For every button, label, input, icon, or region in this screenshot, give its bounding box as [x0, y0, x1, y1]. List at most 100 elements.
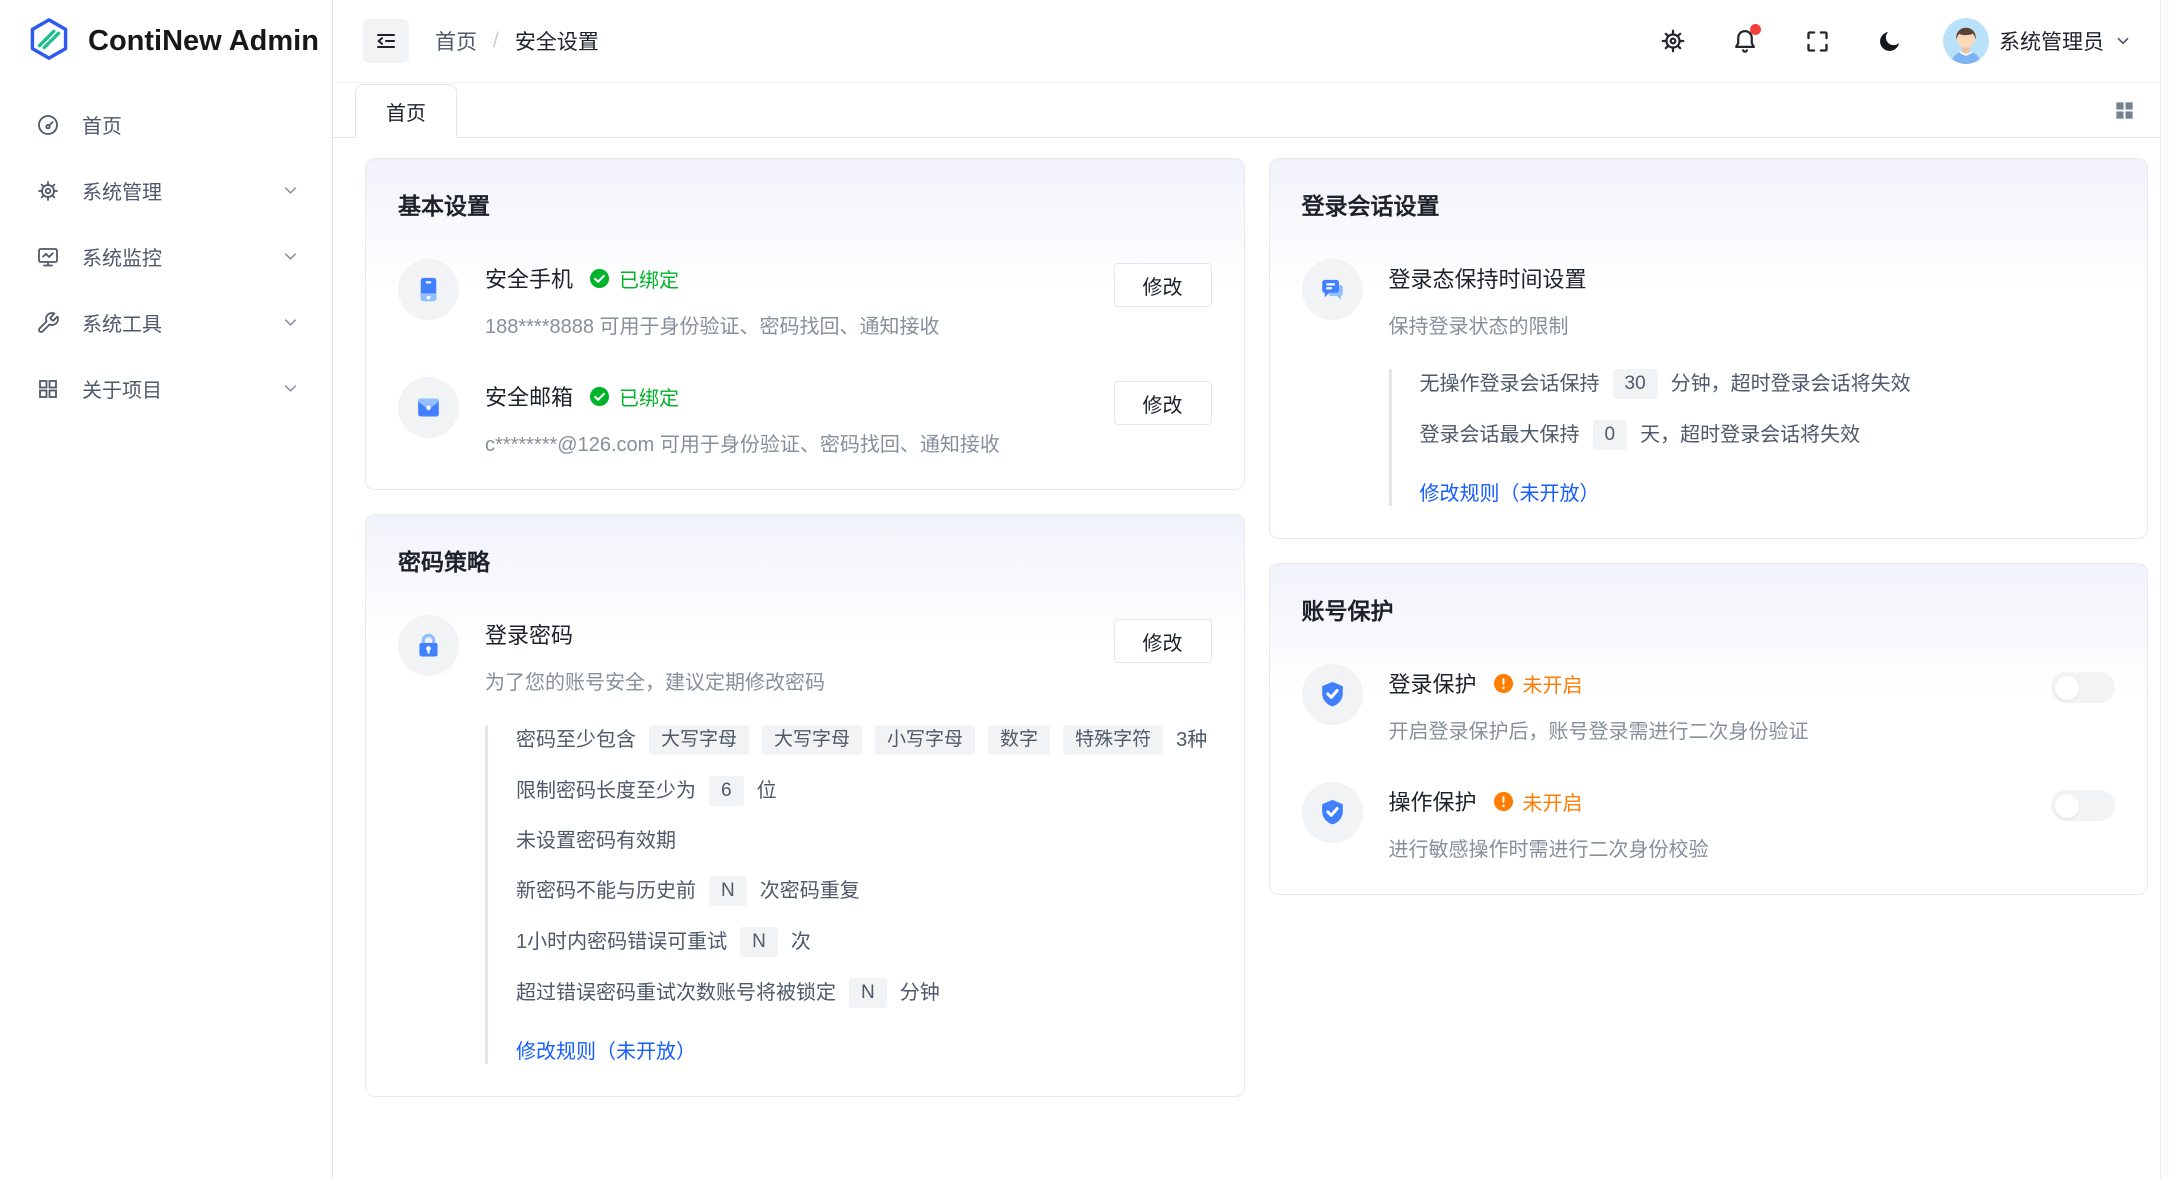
mail-icon: [398, 377, 459, 438]
tab-home[interactable]: 首页: [355, 84, 457, 138]
sidebar-item-label: 系统监控: [82, 242, 259, 271]
menu-fold-icon: [374, 29, 398, 53]
menu-fold-button[interactable]: [363, 19, 409, 63]
setting-title: 安全邮箱: [485, 380, 573, 412]
moon-icon: [1876, 28, 1903, 55]
password-rules: 密码至少包含 大写字母 大写字母 小写字母 数字 特殊字符 3种 限制密码长度至…: [485, 725, 1212, 1064]
session-rules: 无操作登录会话保持 30 分钟，超时登录会话将失效 登录会话最大保持 0 天，超…: [1389, 369, 2116, 506]
setting-row-secure-phone: 安全手机 已绑定 188****8888 可用于身份验证、密码找回、通知接收 修…: [398, 259, 1212, 339]
card-basic-settings: 基本设置 安全手机: [365, 158, 1245, 490]
wrench-icon: [36, 311, 60, 335]
rule-text: 限制密码长度至少为: [516, 777, 696, 805]
toggle-knob: [2055, 676, 2079, 700]
operation-protection-toggle[interactable]: [2051, 790, 2115, 821]
edit-phone-button[interactable]: 修改: [1114, 263, 1212, 307]
chevron-down-icon: [281, 247, 300, 266]
left-column: 基本设置 安全手机: [365, 158, 1245, 1155]
dark-mode-button[interactable]: [1871, 23, 1907, 59]
app-logo[interactable]: ContiNew Admin: [0, 0, 332, 83]
setting-title: 登录态保持时间设置: [1389, 262, 1587, 294]
rule-row: 超过错误密码重试次数账号将被锁定 N 分钟: [516, 978, 1212, 1008]
rule-value-chip: 6: [709, 776, 744, 806]
chat-icon: [1302, 259, 1363, 320]
rule-tag: 数字: [988, 725, 1050, 755]
setting-body: 安全手机 已绑定 188****8888 可用于身份验证、密码找回、通知接收: [485, 259, 1114, 339]
sidebar-item-about-project[interactable]: 关于项目: [14, 361, 318, 416]
rule-value-chip: 30: [1613, 369, 1658, 399]
tab-label: 首页: [386, 97, 426, 126]
user-name: 系统管理员: [1999, 26, 2104, 56]
main-area: 首页 / 安全设置: [333, 0, 2160, 1179]
rule-tag: 大写字母: [762, 725, 862, 755]
status-badge: 未开启: [1493, 787, 1583, 816]
setting-title: 登录保护: [1389, 667, 1477, 699]
monitor-icon: [36, 245, 60, 269]
breadcrumb-home[interactable]: 首页: [435, 26, 477, 56]
right-column: 登录会话设置 登录态保持时间设置: [1269, 158, 2149, 1155]
gear-icon: [36, 179, 60, 203]
card-title: 账号保护: [1302, 592, 2116, 626]
user-menu[interactable]: 系统管理员: [1943, 18, 2132, 64]
sidebar-item-label: 系统管理: [82, 176, 259, 205]
tab-actions-button[interactable]: [2113, 99, 2160, 122]
sidebar-item-label: 关于项目: [82, 374, 259, 403]
login-protection-toggle[interactable]: [2051, 672, 2115, 703]
setting-body: 操作保护 未开启 进行敏感操作时需进行二次身份校验: [1389, 782, 2052, 862]
rule-text: 新密码不能与历史前: [516, 877, 696, 905]
notifications-button[interactable]: [1727, 23, 1763, 59]
rule-text: 超过错误密码重试次数账号将被锁定: [516, 979, 836, 1007]
dashboard-icon: [36, 113, 60, 137]
sidebar-item-system-management[interactable]: 系统管理: [14, 163, 318, 218]
notification-badge: [1750, 24, 1761, 35]
setting-row-login-protection: 登录保护 未开启 开启登录保护后，账号登录需进行二次身份验证: [1302, 664, 2116, 744]
settings-button[interactable]: [1655, 23, 1691, 59]
fullscreen-button[interactable]: [1799, 23, 1835, 59]
chevron-down-icon: [2114, 32, 2132, 50]
fullscreen-icon: [1804, 28, 1831, 55]
exclamation-circle-icon: [1493, 791, 1514, 812]
setting-desc: 保持登录状态的限制: [1389, 310, 2116, 339]
check-circle-icon: [589, 268, 610, 289]
rule-text: 密码至少包含: [516, 726, 636, 754]
rule-text: 登录会话最大保持: [1420, 421, 1580, 449]
card-title: 密码策略: [398, 543, 1212, 577]
logo-icon: [26, 16, 72, 67]
sidebar-item-label: 系统工具: [82, 308, 259, 337]
card-account-protection: 账号保护 登录保护 未开启: [1269, 563, 2149, 895]
edit-rules-link[interactable]: 修改规则（未开放）: [1420, 477, 1600, 506]
status-text: 未开启: [1523, 669, 1583, 698]
card-session-settings: 登录会话设置 登录态保持时间设置: [1269, 158, 2149, 539]
shield-check-icon: [1302, 664, 1363, 725]
sidebar-item-home[interactable]: 首页: [14, 97, 318, 152]
edit-password-button[interactable]: 修改: [1114, 619, 1212, 663]
status-badge: 已绑定: [589, 264, 679, 293]
setting-body: 登录态保持时间设置 保持登录状态的限制: [1389, 259, 2116, 339]
rule-row: 密码至少包含 大写字母 大写字母 小写字母 数字 特殊字符 3种: [516, 725, 1212, 755]
sidebar-menu: 首页 系统管理 系统监控 系统工具: [0, 83, 332, 427]
rule-text: 次密码重复: [760, 877, 860, 905]
top-header: 首页 / 安全设置: [333, 0, 2160, 83]
card-title: 登录会话设置: [1302, 187, 2116, 221]
card-title: 基本设置: [398, 187, 1212, 221]
toggle-knob: [2055, 794, 2079, 818]
rule-value-chip: N: [709, 876, 747, 906]
rule-text: 3种: [1176, 726, 1207, 754]
status-text: 已绑定: [619, 264, 679, 293]
phone-icon: [398, 259, 459, 320]
setting-row-secure-email: 安全邮箱 已绑定 c********@126.com 可用于身份验证、密码找回、…: [398, 377, 1212, 457]
status-badge: 未开启: [1493, 669, 1583, 698]
tab-bar: 首页: [333, 83, 2160, 138]
rule-row: 无操作登录会话保持 30 分钟，超时登录会话将失效: [1420, 369, 2116, 399]
sidebar-item-system-tools[interactable]: 系统工具: [14, 295, 318, 350]
check-circle-icon: [589, 386, 610, 407]
rule-tag: 特殊字符: [1063, 725, 1163, 755]
rule-text: 分钟，超时登录会话将失效: [1671, 370, 1911, 398]
scrollbar[interactable]: [2160, 0, 2169, 1179]
chevron-down-icon: [281, 181, 300, 200]
edit-email-button[interactable]: 修改: [1114, 381, 1212, 425]
edit-rules-link[interactable]: 修改规则（未开放）: [516, 1035, 696, 1064]
rule-row: 1小时内密码错误可重试 N 次: [516, 927, 1212, 957]
sidebar-item-label: 首页: [82, 110, 300, 139]
setting-desc: c********@126.com 可用于身份验证、密码找回、通知接收: [485, 428, 1114, 457]
sidebar-item-system-monitor[interactable]: 系统监控: [14, 229, 318, 284]
